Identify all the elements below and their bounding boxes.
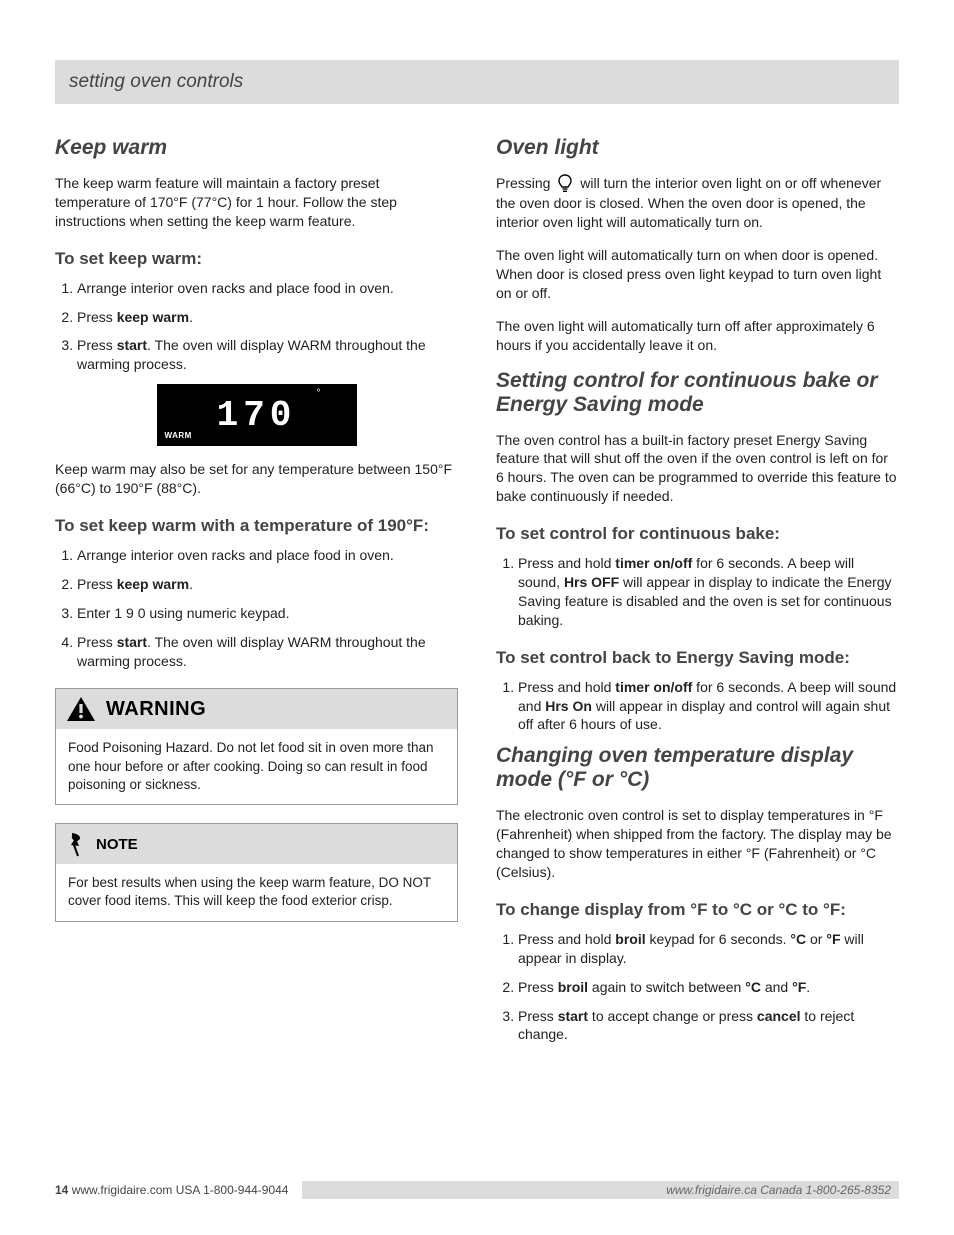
kw-steps-1: Arrange interior oven racks and place fo… xyxy=(55,279,458,375)
note-body: For best results when using the keep war… xyxy=(56,864,457,920)
temp-step1: Press and hold broil keypad for 6 second… xyxy=(518,930,899,968)
cb-sub1: To set control for continuous bake: xyxy=(496,524,899,544)
broil-keypad: broil xyxy=(615,931,645,947)
note-header: NOTE xyxy=(56,824,457,864)
temp-step3: Press start to accept change or press ca… xyxy=(518,1007,899,1045)
temp-steps: Press and hold broil keypad for 6 second… xyxy=(496,930,899,1044)
start-keypad: start xyxy=(117,337,147,353)
warning-header: WARNING xyxy=(56,689,457,729)
kw-sub2: To set keep warm with a temperature of 1… xyxy=(55,516,458,536)
cb-p1: The oven control has a built-in factory … xyxy=(496,431,899,507)
timer-keypad-2: timer on/off xyxy=(615,679,692,695)
cb1-step1: Press and hold timer on/off for 6 second… xyxy=(518,554,899,630)
pushpin-icon xyxy=(66,831,86,857)
continuous-bake-heading: Setting control for continuous bake or E… xyxy=(496,369,899,417)
warning-box: WARNING Food Poisoning Hazard. Do not le… xyxy=(55,688,458,805)
kw1-step2: Press keep warm. xyxy=(77,308,458,327)
keep-warm-keypad: keep warm xyxy=(117,309,189,325)
broil-keypad-2: broil xyxy=(558,979,588,995)
note-box: NOTE For best results when using the kee… xyxy=(55,823,458,921)
temp-sub1: To change display from °F to °C or °C to… xyxy=(496,900,899,920)
kw1-step1: Arrange interior oven racks and place fo… xyxy=(77,279,458,298)
display-temp: 170 xyxy=(217,395,297,436)
keep-warm-keypad-2: keep warm xyxy=(117,576,189,592)
oven-light-heading: Oven light xyxy=(496,136,899,160)
kw1-step3: Press start. The oven will display WARM … xyxy=(77,336,458,374)
cb-sub2: To set control back to Energy Saving mod… xyxy=(496,648,899,668)
page-number: 14 xyxy=(55,1183,68,1197)
start-keypad-2: start xyxy=(117,634,147,650)
display-warm-label: WARM xyxy=(165,431,192,440)
oven-display: 170 ° WARM xyxy=(157,384,357,446)
kw2-step1: Arrange interior oven racks and place fo… xyxy=(77,546,458,565)
kw2-step2: Press keep warm. xyxy=(77,575,458,594)
kw2-step3: Enter 1 9 0 using numeric keypad. xyxy=(77,604,458,623)
warning-body: Food Poisoning Hazard. Do not let food s… xyxy=(56,729,457,804)
footer-right: www.frigidaire.ca Canada 1-800-265-8352 xyxy=(666,1183,891,1197)
warning-label: WARNING xyxy=(106,698,206,721)
oven-light-p1: Pressing will turn the interior oven lig… xyxy=(496,174,899,232)
right-column: Oven light Pressing will turn the interi… xyxy=(496,128,899,1054)
kw2-step4: Press start. The oven will display WARM … xyxy=(77,633,458,671)
display-degree: ° xyxy=(317,388,321,399)
keep-warm-intro: The keep warm feature will maintain a fa… xyxy=(55,174,458,231)
warning-icon xyxy=(66,696,96,722)
kw-range: Keep warm may also be set for any temper… xyxy=(55,460,458,498)
section-header-text: setting oven controls xyxy=(69,71,243,93)
timer-keypad: timer on/off xyxy=(615,555,692,571)
lightbulb-icon xyxy=(558,174,572,194)
start-keypad-3: start xyxy=(558,1008,588,1024)
cancel-keypad: cancel xyxy=(757,1008,801,1024)
oven-light-p3: The oven light will automatically turn o… xyxy=(496,317,899,355)
oven-light-p2: The oven light will automatically turn o… xyxy=(496,246,899,303)
cb2-step1: Press and hold timer on/off for 6 second… xyxy=(518,678,899,735)
cb-steps-2: Press and hold timer on/off for 6 second… xyxy=(496,678,899,735)
kw-sub1: To set keep warm: xyxy=(55,249,458,269)
keep-warm-heading: Keep warm xyxy=(55,136,458,160)
cb-steps-1: Press and hold timer on/off for 6 second… xyxy=(496,554,899,630)
temp-p1: The electronic oven control is set to di… xyxy=(496,806,899,882)
section-header: setting oven controls xyxy=(55,60,899,104)
left-column: Keep warm The keep warm feature will mai… xyxy=(55,128,458,1054)
page-footer: 14 www.frigidaire.com USA 1-800-944-9044… xyxy=(55,1181,899,1199)
temp-display-heading: Changing oven temperature display mode (… xyxy=(496,744,899,792)
footer-site: www.frigidaire.com USA 1-800-944-9044 xyxy=(72,1183,289,1197)
note-label: NOTE xyxy=(96,836,138,853)
kw-steps-2: Arrange interior oven racks and place fo… xyxy=(55,546,458,670)
temp-step2: Press broil again to switch between °C a… xyxy=(518,978,899,997)
footer-band: www.frigidaire.ca Canada 1-800-265-8352 xyxy=(302,1181,899,1199)
